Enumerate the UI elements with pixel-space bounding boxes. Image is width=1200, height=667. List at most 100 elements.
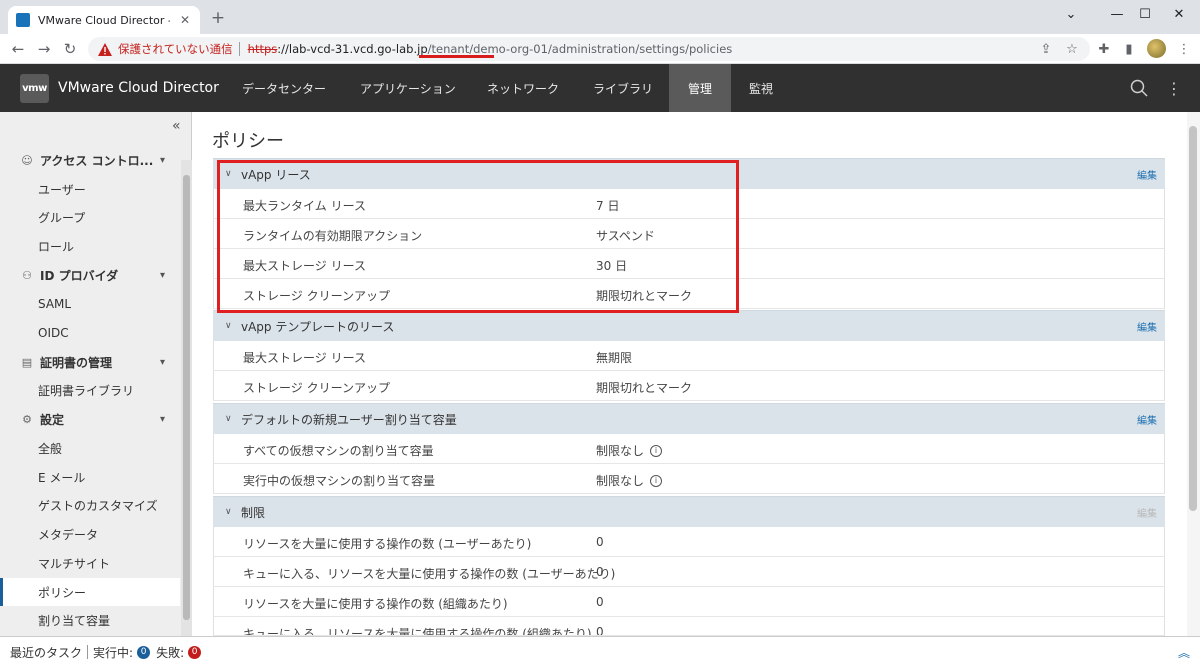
policy-row: キューに入る、リソースを大量に使用する操作の数 (組織あたり) 0 — [213, 617, 1165, 636]
vmware-logo: vmw — [20, 74, 49, 103]
close-window-button[interactable]: ✕ — [1158, 0, 1200, 28]
row-label: ストレージ クリーンアップ — [243, 381, 390, 395]
section-default-user-quota[interactable]: ∨ デフォルトの新規ユーザー割り当て容量 編集 — [213, 403, 1165, 434]
chevron-down-icon: ▾ — [160, 413, 166, 425]
extensions-icon[interactable]: ✚ — [1096, 41, 1112, 57]
section-title: 制限 — [241, 505, 266, 520]
search-icon[interactable] — [1129, 78, 1149, 98]
sidebar-group-label: アクセス コントロ... — [40, 153, 154, 168]
row-label: 実行中の仮想マシンの割り当て容量 — [243, 474, 436, 488]
failed-label: 失敗: — [156, 645, 185, 660]
url-scheme: https — [247, 42, 278, 56]
sidebar-item-cert-library[interactable]: 証明書ライブラリ — [0, 376, 180, 404]
sidebar-item-oidc[interactable]: OIDC — [0, 319, 180, 347]
section-title: vApp テンプレートのリース — [241, 319, 395, 334]
sidebar-item-email[interactable]: E メール — [0, 463, 180, 491]
browser-menu-icon[interactable]: ⋮ — [1176, 41, 1192, 57]
side-panel-icon[interactable]: ▮ — [1121, 41, 1137, 57]
chevron-down-icon: ▾ — [160, 356, 166, 368]
sidebar-item-roles[interactable]: ロール — [0, 232, 180, 260]
sidebar-item-policies[interactable]: ポリシー — [0, 578, 180, 606]
running-count-badge[interactable]: 0 — [137, 645, 151, 659]
certificate-icon: ▤ — [21, 355, 33, 369]
share-icon[interactable]: ⇪ — [1038, 41, 1054, 57]
row-value: 期限切れとマーク — [596, 381, 693, 395]
row-label: キューに入る、リソースを大量に使用する操作の数 (ユーザーあたり) — [243, 567, 616, 581]
bookmark-star-icon[interactable]: ☆ — [1064, 41, 1080, 57]
policy-row: 最大ストレージ リース 無期限 — [213, 341, 1165, 371]
sidebar-group-id-provider[interactable]: ⚇ ID プロバイダ ▾ — [0, 261, 180, 289]
url-path-tenant: /tenant/ — [427, 42, 474, 56]
close-tab-icon[interactable]: ✕ — [178, 13, 192, 27]
section-limits[interactable]: ∨ 制限 編集 — [213, 496, 1165, 527]
sidebar-group-label: ID プロバイダ — [40, 268, 119, 283]
row-value: 制限なし — [596, 444, 645, 458]
sidebar-item-users[interactable]: ユーザー — [0, 175, 180, 203]
info-icon[interactable]: i — [650, 444, 663, 457]
sidebar-item-metadata[interactable]: メタデータ — [0, 520, 180, 548]
sidebar-group-label: 証明書の管理 — [40, 355, 113, 370]
new-tab-button[interactable]: + — [208, 9, 228, 27]
sidebar-item-saml[interactable]: SAML — [0, 290, 180, 318]
sidebar-group-access-control[interactable]: ☺ アクセス コントロ... ▾ — [0, 146, 180, 174]
security-label[interactable]: 保護されていない通信 — [118, 41, 233, 57]
recent-tasks-link[interactable]: 最近のタスク — [10, 644, 82, 661]
sidebar-group-settings[interactable]: ⚙ 設定 ▾ — [0, 405, 180, 433]
row-value-wrap: 制限なし i — [596, 472, 663, 489]
edit-link[interactable]: 編集 — [1137, 319, 1157, 334]
edit-link[interactable]: 編集 — [1137, 167, 1157, 182]
failed-count-badge[interactable]: 0 — [188, 645, 202, 659]
gear-icon: ⚙ — [22, 412, 32, 426]
chevron-down-icon: ∨ — [225, 321, 232, 331]
sidebar-item-groups[interactable]: グループ — [0, 203, 180, 231]
forward-icon[interactable]: → — [35, 40, 53, 58]
nav-library[interactable]: ライブラリ — [581, 64, 665, 112]
url-path-rest: /administration/settings/policies — [547, 42, 733, 56]
sidebar-item-quotas[interactable]: 割り当て容量 — [0, 606, 180, 634]
id-provider-icon: ⚇ — [22, 268, 32, 282]
warning-icon — [98, 42, 112, 56]
status-divider — [87, 645, 89, 659]
policy-row: 実行中の仮想マシンの割り当て容量 制限なし i — [213, 464, 1165, 494]
row-label: すべての仮想マシンの割り当て容量 — [243, 444, 434, 458]
sidebar-item-multisite[interactable]: マルチサイト — [0, 549, 180, 577]
policy-row: リソースを大量に使用する操作の数 (組織あたり) 0 — [213, 587, 1165, 617]
sidebar-item-guest-customization[interactable]: ゲストのカスタマイズ — [0, 491, 180, 519]
status-bar: 最近のタスク 実行中: 0 失敗: 0 — [0, 636, 1200, 667]
browser-tab[interactable]: VMware Cloud Director - ポリシー ✕ — [8, 6, 200, 34]
sidebar-group-certificates[interactable]: ▤ 証明書の管理 ▾ — [0, 348, 180, 376]
row-value: 0 — [596, 535, 604, 549]
user-menu-icon[interactable]: ⋮ — [1164, 78, 1184, 98]
expand-tasks-icon[interactable]: ︽ — [1178, 644, 1190, 661]
tab-search-icon[interactable]: ⌄ — [1050, 0, 1092, 28]
nav-network[interactable]: ネットワーク — [475, 64, 571, 112]
edit-link-disabled: 編集 — [1137, 508, 1157, 520]
collapse-sidebar-icon[interactable]: « — [172, 118, 181, 134]
info-icon[interactable]: i — [650, 474, 663, 487]
nav-monitor[interactable]: 監視 — [737, 64, 785, 112]
policy-row: ストレージ クリーンアップ 期限切れとマーク — [213, 371, 1165, 401]
url-org: demo-org-01 — [473, 42, 548, 56]
nav-administration[interactable]: 管理 — [669, 64, 731, 112]
reload-icon[interactable]: ↻ — [61, 40, 79, 58]
sidebar-item-general[interactable]: 全般 — [0, 434, 180, 462]
url-bar[interactable]: 保護されていない通信 https ://lab-vcd-31.vcd.go-la… — [88, 37, 1090, 61]
main-scroll-thumb[interactable] — [1189, 126, 1197, 511]
edit-link[interactable]: 編集 — [1137, 412, 1157, 427]
policy-row: キューに入る、リソースを大量に使用する操作の数 (ユーザーあたり) 0 — [213, 557, 1165, 587]
row-value: 無期限 — [596, 351, 633, 365]
nav-applications[interactable]: アプリケーション — [348, 64, 468, 112]
profile-avatar[interactable] — [1147, 39, 1166, 58]
back-icon[interactable]: ← — [9, 40, 27, 58]
url-annotation-underline — [419, 55, 494, 58]
policy-row: すべての仮想マシンの割り当て容量 制限なし i — [213, 434, 1165, 464]
chevron-down-icon: ∨ — [225, 414, 232, 424]
running-label: 実行中: — [93, 645, 134, 660]
nav-datacenter[interactable]: データセンター — [230, 64, 338, 112]
chevron-down-icon: ▾ — [160, 154, 166, 166]
chevron-down-icon: ▾ — [160, 269, 166, 281]
section-vapp-template-lease[interactable]: ∨ vApp テンプレートのリース 編集 — [213, 310, 1165, 341]
sidebar-group-label: 設定 — [40, 412, 65, 427]
row-value: 0 — [596, 625, 604, 636]
sidebar-scroll-thumb[interactable] — [183, 175, 190, 620]
